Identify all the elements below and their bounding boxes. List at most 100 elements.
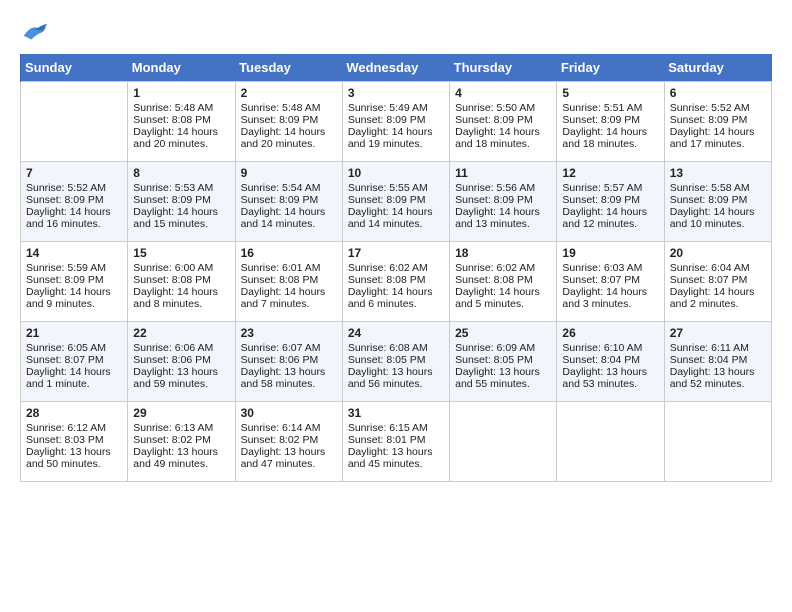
daylight-text: Daylight: 14 hours and 9 minutes. [26,286,111,310]
col-header-thursday: Thursday [450,54,557,82]
daylight-text: Daylight: 14 hours and 5 minutes. [455,286,540,310]
sunrise-text: Sunrise: 6:02 AM [348,262,428,274]
col-header-sunday: Sunday [21,54,128,82]
calendar-cell [21,82,128,162]
day-number: 17 [348,246,444,260]
sunset-text: Sunset: 8:09 PM [670,194,748,206]
sunset-text: Sunset: 8:02 PM [241,434,319,446]
calendar-cell: 30 Sunrise: 6:14 AM Sunset: 8:02 PM Dayl… [235,402,342,482]
col-header-monday: Monday [128,54,235,82]
daylight-text: Daylight: 13 hours and 47 minutes. [241,446,326,470]
calendar-cell: 18 Sunrise: 6:02 AM Sunset: 8:08 PM Dayl… [450,242,557,322]
daylight-text: Daylight: 14 hours and 17 minutes. [670,126,755,150]
daylight-text: Daylight: 14 hours and 8 minutes. [133,286,218,310]
day-number: 11 [455,166,551,180]
daylight-text: Daylight: 13 hours and 58 minutes. [241,366,326,390]
daylight-text: Daylight: 14 hours and 14 minutes. [241,206,326,230]
calendar-cell: 23 Sunrise: 6:07 AM Sunset: 8:06 PM Dayl… [235,322,342,402]
daylight-text: Daylight: 13 hours and 56 minutes. [348,366,433,390]
day-number: 10 [348,166,444,180]
calendar-cell: 13 Sunrise: 5:58 AM Sunset: 8:09 PM Dayl… [664,162,771,242]
sunset-text: Sunset: 8:09 PM [241,194,319,206]
day-number: 30 [241,406,337,420]
sunset-text: Sunset: 8:06 PM [133,354,211,366]
sunrise-text: Sunrise: 6:11 AM [670,342,749,354]
daylight-text: Daylight: 13 hours and 49 minutes. [133,446,218,470]
calendar-cell: 28 Sunrise: 6:12 AM Sunset: 8:03 PM Dayl… [21,402,128,482]
sunrise-text: Sunrise: 5:50 AM [455,102,535,114]
sunrise-text: Sunrise: 5:55 AM [348,182,428,194]
sunset-text: Sunset: 8:09 PM [562,114,640,126]
page-header [20,20,772,44]
calendar-cell: 9 Sunrise: 5:54 AM Sunset: 8:09 PM Dayli… [235,162,342,242]
sunrise-text: Sunrise: 5:58 AM [670,182,750,194]
calendar-week-1: 1 Sunrise: 5:48 AM Sunset: 8:08 PM Dayli… [21,82,772,162]
daylight-text: Daylight: 14 hours and 6 minutes. [348,286,433,310]
col-header-friday: Friday [557,54,664,82]
sunset-text: Sunset: 8:05 PM [348,354,426,366]
day-number: 18 [455,246,551,260]
calendar-cell: 2 Sunrise: 5:48 AM Sunset: 8:09 PM Dayli… [235,82,342,162]
sunset-text: Sunset: 8:09 PM [455,194,533,206]
day-number: 27 [670,326,766,340]
sunrise-text: Sunrise: 6:05 AM [26,342,106,354]
daylight-text: Daylight: 14 hours and 18 minutes. [455,126,540,150]
sunset-text: Sunset: 8:08 PM [133,274,211,286]
day-number: 28 [26,406,122,420]
calendar-cell: 7 Sunrise: 5:52 AM Sunset: 8:09 PM Dayli… [21,162,128,242]
daylight-text: Daylight: 13 hours and 55 minutes. [455,366,540,390]
day-number: 19 [562,246,658,260]
calendar-cell: 15 Sunrise: 6:00 AM Sunset: 8:08 PM Dayl… [128,242,235,322]
calendar-cell: 5 Sunrise: 5:51 AM Sunset: 8:09 PM Dayli… [557,82,664,162]
day-number: 14 [26,246,122,260]
calendar-cell: 24 Sunrise: 6:08 AM Sunset: 8:05 PM Dayl… [342,322,449,402]
sunset-text: Sunset: 8:09 PM [133,194,211,206]
sunset-text: Sunset: 8:08 PM [133,114,211,126]
sunset-text: Sunset: 8:04 PM [562,354,640,366]
sunrise-text: Sunrise: 6:10 AM [562,342,642,354]
calendar-cell: 25 Sunrise: 6:09 AM Sunset: 8:05 PM Dayl… [450,322,557,402]
day-number: 5 [562,86,658,100]
sunrise-text: Sunrise: 5:52 AM [670,102,750,114]
daylight-text: Daylight: 14 hours and 14 minutes. [348,206,433,230]
calendar-cell: 11 Sunrise: 5:56 AM Sunset: 8:09 PM Dayl… [450,162,557,242]
calendar-cell [450,402,557,482]
sunset-text: Sunset: 8:08 PM [348,274,426,286]
daylight-text: Daylight: 14 hours and 3 minutes. [562,286,647,310]
sunrise-text: Sunrise: 6:07 AM [241,342,321,354]
daylight-text: Daylight: 14 hours and 10 minutes. [670,206,755,230]
daylight-text: Daylight: 13 hours and 53 minutes. [562,366,647,390]
day-number: 15 [133,246,229,260]
calendar-cell: 31 Sunrise: 6:15 AM Sunset: 8:01 PM Dayl… [342,402,449,482]
daylight-text: Daylight: 14 hours and 1 minute. [26,366,111,390]
daylight-text: Daylight: 14 hours and 13 minutes. [455,206,540,230]
sunrise-text: Sunrise: 5:53 AM [133,182,213,194]
sunset-text: Sunset: 8:01 PM [348,434,426,446]
calendar-cell: 26 Sunrise: 6:10 AM Sunset: 8:04 PM Dayl… [557,322,664,402]
calendar-cell: 21 Sunrise: 6:05 AM Sunset: 8:07 PM Dayl… [21,322,128,402]
calendar-cell: 20 Sunrise: 6:04 AM Sunset: 8:07 PM Dayl… [664,242,771,322]
day-number: 24 [348,326,444,340]
calendar-cell [557,402,664,482]
daylight-text: Daylight: 14 hours and 18 minutes. [562,126,647,150]
day-number: 4 [455,86,551,100]
calendar-cell: 16 Sunrise: 6:01 AM Sunset: 8:08 PM Dayl… [235,242,342,322]
sunrise-text: Sunrise: 6:03 AM [562,262,642,274]
calendar-cell: 27 Sunrise: 6:11 AM Sunset: 8:04 PM Dayl… [664,322,771,402]
sunrise-text: Sunrise: 5:48 AM [241,102,321,114]
sunrise-text: Sunrise: 6:02 AM [455,262,535,274]
day-number: 2 [241,86,337,100]
sunset-text: Sunset: 8:08 PM [241,274,319,286]
col-header-tuesday: Tuesday [235,54,342,82]
sunset-text: Sunset: 8:09 PM [562,194,640,206]
daylight-text: Daylight: 14 hours and 16 minutes. [26,206,111,230]
calendar-week-4: 21 Sunrise: 6:05 AM Sunset: 8:07 PM Dayl… [21,322,772,402]
sunset-text: Sunset: 8:09 PM [26,194,104,206]
calendar-week-5: 28 Sunrise: 6:12 AM Sunset: 8:03 PM Dayl… [21,402,772,482]
sunset-text: Sunset: 8:07 PM [670,274,748,286]
daylight-text: Daylight: 14 hours and 19 minutes. [348,126,433,150]
day-number: 22 [133,326,229,340]
daylight-text: Daylight: 14 hours and 20 minutes. [241,126,326,150]
calendar-cell: 12 Sunrise: 5:57 AM Sunset: 8:09 PM Dayl… [557,162,664,242]
calendar-cell: 22 Sunrise: 6:06 AM Sunset: 8:06 PM Dayl… [128,322,235,402]
